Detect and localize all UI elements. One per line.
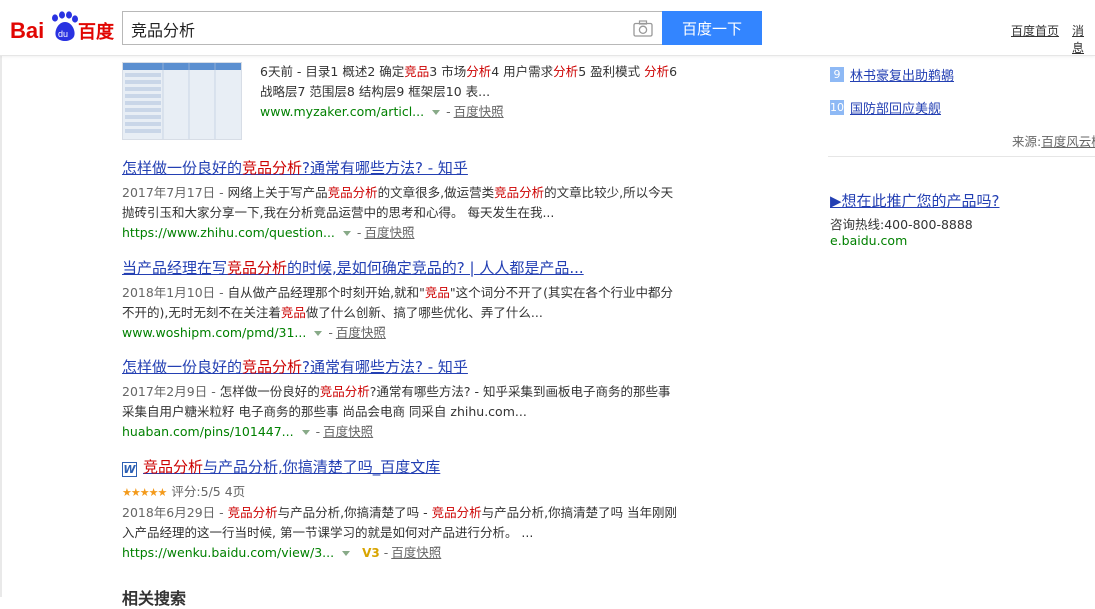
text-segment: 4 用户需求 xyxy=(491,64,554,79)
result-url[interactable]: www.woshipm.com/pmd/31... - 百度快照 xyxy=(122,323,682,343)
result-item: W 竞品分析与产品分析,你搞清楚了吗_百度文库 ★★★★★ 评分:5/5 4页 2… xyxy=(122,457,682,563)
keyword-highlight: 竞品 xyxy=(424,285,450,300)
text-segment: 的文章很多,做运营类 xyxy=(377,185,495,200)
keyword-highlight: 分析 xyxy=(644,64,670,79)
result-date: 2017年7月17日 - xyxy=(122,185,228,200)
svg-text:百度: 百度 xyxy=(78,21,114,43)
result-thumbnail[interactable] xyxy=(122,62,242,140)
left-edge xyxy=(0,56,2,597)
text-segment: ?通常有哪些方法? - 知乎 xyxy=(302,159,468,177)
hot-list-item[interactable]: 10 国防部回应美舰 xyxy=(830,98,941,117)
keyword-highlight: 竞品分析 xyxy=(319,384,370,399)
text-segment: 怎样做一份良好的 xyxy=(122,358,243,376)
dropdown-arrow-icon[interactable] xyxy=(342,550,351,556)
text-segment: 怎样做一份良好的 xyxy=(122,159,243,177)
result-abstract: 6天前 - 目录1 概述2 确定竞品3 市场分析4 用户需求分析5 盈利模式 分… xyxy=(260,62,680,102)
dropdown-arrow-icon[interactable] xyxy=(342,230,351,236)
result-item: 当产品经理在写竞品分析的时候,是如何确定竞品的? | 人人都是产品... 201… xyxy=(122,258,682,343)
promo-link[interactable]: ▶想在此推广您的产品吗? xyxy=(830,190,1000,211)
result-url[interactable]: huaban.com/pins/101447... - 百度快照 xyxy=(122,422,682,442)
baidu-logo[interactable]: Bai du 百度 xyxy=(10,8,114,44)
result-item: 怎样做一份良好的竞品分析?通常有哪些方法? - 知乎 2017年7月17日 - … xyxy=(122,158,682,243)
source-link[interactable]: 百度风云榜 xyxy=(1041,134,1095,149)
text-segment: 自从做产品经理那个时刻开始,就和" xyxy=(227,285,425,300)
text-segment: 的时候,是如何确定竞品的? | 人人都是产品... xyxy=(287,259,584,277)
svg-text:Bai: Bai xyxy=(10,18,44,43)
result-title[interactable]: 怎样做一份良好的竞品分析?通常有哪些方法? - 知乎 xyxy=(122,158,682,178)
search-button[interactable]: 百度一下 xyxy=(662,11,762,45)
text-segment: 与产品分析,你搞清楚了吗_百度文库 xyxy=(203,458,441,476)
camera-icon[interactable] xyxy=(633,20,653,37)
text-segment: 5 盈利模式 xyxy=(578,64,645,79)
cache-link[interactable]: 百度快照 xyxy=(323,422,373,442)
divider xyxy=(828,156,1095,157)
v3-badge-icon: V3 xyxy=(362,546,380,560)
result-url[interactable]: https://www.zhihu.com/question... - 百度快照 xyxy=(122,223,682,243)
dropdown-arrow-icon[interactable] xyxy=(314,330,323,336)
text-segment: 当产品经理在写 xyxy=(122,259,228,277)
text-segment: 怎样做一份良好的 xyxy=(219,384,320,399)
cache-link[interactable]: 百度快照 xyxy=(364,223,414,243)
result-abstract: 2018年1月10日 - 自从做产品经理那个时刻开始,就和"竞品"这个词分不开了… xyxy=(122,283,682,323)
result-abstract: 2017年7月17日 - 网络上关于写产品竞品分析的文章很多,做运营类竞品分析的… xyxy=(122,183,682,223)
keyword-highlight: 分析 xyxy=(466,64,492,79)
keyword-highlight: 竞品分析 xyxy=(431,505,482,520)
result-url[interactable]: www.myzaker.com/articl... - 百度快照 xyxy=(260,102,680,122)
result-item: 6天前 - 目录1 概述2 确定竞品3 市场分析4 用户需求分析5 盈利模式 分… xyxy=(122,50,682,140)
dropdown-arrow-icon[interactable] xyxy=(301,429,310,435)
dropdown-arrow-icon[interactable] xyxy=(432,109,441,115)
svg-text:du: du xyxy=(58,29,68,39)
promo-url[interactable]: e.baidu.com xyxy=(830,233,907,248)
keyword-highlight: 竞品分析 xyxy=(227,505,278,520)
text-segment: ?通常有哪些方法? - 知乎 xyxy=(302,358,468,376)
hot-list-item[interactable]: 9 林书豪复出助鹈鹕 xyxy=(830,65,954,84)
nav-messages-link[interactable]: 消息 xyxy=(1072,22,1095,56)
keyword-highlight: 竞品 xyxy=(404,64,430,79)
hot-source: 来源:百度风云榜 xyxy=(1012,131,1095,150)
keyword-highlight: 分析 xyxy=(553,64,579,79)
keyword-highlight: 竞品分析 xyxy=(143,458,204,476)
keyword-highlight: 竞品分析 xyxy=(227,259,288,277)
rating-text: 评分:5/5 4页 xyxy=(171,484,246,499)
result-date: 2018年1月10日 - xyxy=(122,285,228,300)
result-abstract: 2017年2月9日 - 怎样做一份良好的竞品分析?通常有哪些方法? - 知乎采集… xyxy=(122,382,682,422)
search-box[interactable] xyxy=(122,11,662,45)
keyword-highlight: 竞品分析 xyxy=(327,185,378,200)
result-date: 2018年6月29日 - xyxy=(122,505,228,520)
word-doc-icon: W xyxy=(122,462,137,477)
promo-phone: 咨询热线:400-800-8888 xyxy=(830,217,973,232)
keyword-highlight: 竞品分析 xyxy=(242,159,303,177)
text-segment: 做了什么创新、搞了哪些优化、弄了什么... xyxy=(305,305,543,320)
result-abstract: 2018年6月29日 - 竞品分析与产品分析,你搞清楚了吗 - 竞品分析与产品分… xyxy=(122,503,682,543)
result-title[interactable]: 怎样做一份良好的竞品分析?通常有哪些方法? - 知乎 xyxy=(122,357,682,377)
text-segment: 网络上关于写产品 xyxy=(227,185,328,200)
result-url[interactable]: https://wenku.baidu.com/view/3... V3 - 百度… xyxy=(122,543,682,563)
cache-link[interactable]: 百度快照 xyxy=(391,543,441,563)
cache-link[interactable]: 百度快照 xyxy=(336,323,386,343)
header: Bai du 百度 百度一下 百度首页 消息 xyxy=(0,0,1095,56)
keyword-highlight: 竞品 xyxy=(280,305,306,320)
cache-link[interactable]: 百度快照 xyxy=(454,102,504,122)
rating-row: ★★★★★ 评分:5/5 4页 xyxy=(122,481,682,503)
search-input[interactable] xyxy=(131,18,611,40)
result-title[interactable]: 当产品经理在写竞品分析的时候,是如何确定竞品的? | 人人都是产品... xyxy=(122,258,682,278)
nav-home-link[interactable]: 百度首页 xyxy=(1011,22,1059,39)
text-segment: 6天前 - 目录1 概述2 确定 xyxy=(260,64,405,79)
text-segment: 与产品分析,你搞清楚了吗 - xyxy=(277,505,432,520)
related-searches-title: 相关搜索 xyxy=(122,589,187,608)
keyword-highlight: 竞品分析 xyxy=(494,185,545,200)
result-item: 怎样做一份良好的竞品分析?通常有哪些方法? - 知乎 2017年2月9日 - 怎… xyxy=(122,357,682,442)
text-segment: 3 市场 xyxy=(429,64,467,79)
result-date: 2017年2月9日 - xyxy=(122,384,220,399)
keyword-highlight: 竞品分析 xyxy=(242,358,303,376)
result-title[interactable]: W 竞品分析与产品分析,你搞清楚了吗_百度文库 xyxy=(122,457,682,477)
rating-stars: ★★★★★ xyxy=(122,486,167,499)
